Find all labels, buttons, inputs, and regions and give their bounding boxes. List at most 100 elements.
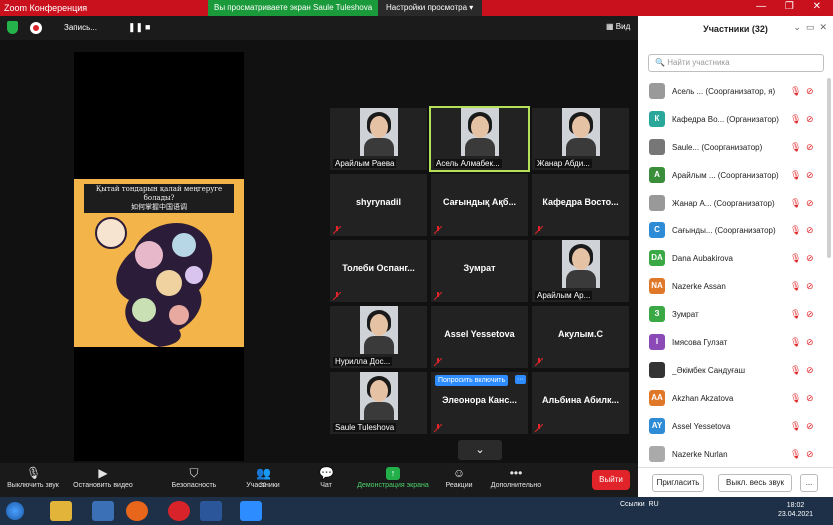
participant-tile[interactable]: Арайлым Раева [330, 108, 427, 170]
participant-tile[interactable]: Альбина Абилк... [532, 372, 629, 434]
participant-name: Жанар А... (Соорганизатор) [672, 198, 775, 208]
participant-list-item[interactable]: Жанар А... (Соорганизатор) 🎙 ⊘ [644, 190, 824, 218]
participants-button[interactable]: 👥32 Участники [240, 463, 286, 497]
opera-icon[interactable] [168, 501, 190, 521]
participant-tile[interactable]: Нурилла Дос... [330, 306, 427, 368]
video-off-icon[interactable]: ⊘ [806, 393, 818, 404]
links-label[interactable]: Ссылки [620, 501, 645, 508]
panel-more-button[interactable]: ... [800, 474, 818, 492]
view-button[interactable]: ▦ Вид [606, 22, 630, 31]
muted-mic-icon[interactable]: 🎙 [790, 337, 801, 348]
video-off-icon[interactable]: ⊘ [806, 142, 818, 153]
participant-list-item[interactable]: DA Dana Aubakirova 🎙 ⊘ [644, 245, 824, 273]
language-indicator[interactable]: RU [649, 501, 659, 508]
video-off-icon[interactable]: ⊘ [806, 309, 818, 320]
file-explorer-icon[interactable] [50, 501, 72, 521]
muted-mic-icon[interactable]: 🎙 [790, 253, 801, 264]
start-button[interactable] [6, 502, 24, 520]
muted-mic-icon[interactable]: 🎙 [790, 86, 801, 97]
participant-list-item[interactable]: А Арайлым ... (Соорганизатор) 🎙 ⊘ [644, 162, 824, 190]
participant-tile[interactable]: Сағындық Ақб... [431, 174, 528, 236]
muted-mic-icon[interactable]: 🎙 [790, 225, 801, 236]
participant-list-item[interactable]: К Кафедра Во... (Организатор) 🎙 ⊘ [644, 106, 824, 134]
participant-tile[interactable]: Assel Yessetova [431, 306, 528, 368]
muted-mic-icon[interactable]: 🎙 [790, 309, 801, 320]
word-icon[interactable] [200, 501, 222, 521]
participant-name: Nazerke Assan [672, 282, 726, 292]
video-off-icon[interactable]: ⊘ [806, 253, 818, 264]
mute-label: Выключить звук [7, 482, 59, 489]
participant-tile[interactable]: Элеонора Канс... Попросить включить ··· [431, 372, 528, 434]
pause-recording-button[interactable]: ❚❚ [128, 22, 143, 33]
participant-list-item[interactable]: AY Assel Yessetova 🎙 ⊘ [644, 413, 824, 441]
clock[interactable]: 18:02 23.04.2021 [778, 501, 813, 519]
tile-more-button[interactable]: ··· [515, 375, 526, 384]
video-off-icon[interactable]: ⊘ [806, 198, 818, 209]
muted-mic-icon[interactable]: 🎙 [790, 114, 801, 125]
participant-list-item[interactable]: AA Akzhan Akzatova 🎙 ⊘ [644, 385, 824, 413]
participant-list-item[interactable]: С Сағынды... (Соорганизатор) 🎙 ⊘ [644, 217, 824, 245]
video-off-icon[interactable]: ⊘ [806, 225, 818, 236]
participant-list-item[interactable]: Асель ... (Соорганизатор, я) 🎙 ⊘ [644, 78, 824, 106]
muted-mic-icon [535, 424, 543, 432]
muted-mic-icon [434, 226, 442, 234]
video-off-icon[interactable]: ⊘ [806, 449, 818, 460]
participant-list-item[interactable]: Saule... (Соорганизатор) 🎙 ⊘ [644, 134, 824, 162]
participant-list-scrollbar[interactable] [827, 78, 831, 258]
app-icon[interactable] [92, 501, 114, 521]
leave-button[interactable]: Выйти [592, 470, 630, 490]
participant-tile[interactable]: Арайлым Ар... [532, 240, 629, 302]
firefox-icon[interactable] [126, 501, 148, 521]
muted-mic-icon[interactable]: 🎙 [790, 170, 801, 181]
muted-mic-icon[interactable]: 🎙 [790, 449, 801, 460]
video-off-icon[interactable]: ⊘ [806, 421, 818, 432]
chevron-down-icon[interactable]: ⌄ [458, 440, 502, 460]
invite-button[interactable]: Пригласить [652, 474, 704, 492]
video-off-icon[interactable]: ⊘ [806, 337, 818, 348]
video-off-icon[interactable]: ⊘ [806, 170, 818, 181]
stop-video-label: Остановить видео [73, 482, 133, 489]
participant-tile[interactable]: Акулым.С [532, 306, 629, 368]
security-button[interactable]: ⛉ Безопасность [168, 463, 220, 497]
panel-window-controls[interactable]: ⌄ ▭ ✕ [793, 22, 827, 33]
participant-list-item[interactable]: З Зумрат 🎙 ⊘ [644, 301, 824, 329]
participant-tile[interactable]: Асель Алмабек... [429, 106, 530, 172]
participant-name: Імясова Гулзат [672, 338, 728, 348]
video-off-icon[interactable]: ⊘ [806, 281, 818, 292]
window-controls[interactable]: — ❐ ✕ [756, 1, 829, 12]
stop-video-button[interactable]: ▶ Остановить видео [70, 463, 136, 497]
participant-tile[interactable]: Жанар Абди... [532, 108, 629, 170]
mute-button[interactable]: 🎙 Выключить звук [4, 463, 62, 497]
chat-button[interactable]: 💬 Чат [312, 463, 340, 497]
muted-mic-icon[interactable]: 🎙 [790, 393, 801, 404]
muted-mic-icon[interactable]: 🎙 [790, 365, 801, 376]
participant-tile[interactable]: shyrynadil [330, 174, 427, 236]
participant-list-item[interactable]: _Әкімбек Сандуғаш 🎙 ⊘ [644, 357, 824, 385]
reactions-button[interactable]: ☺ Реакции [442, 463, 476, 497]
muted-mic-icon[interactable]: 🎙 [790, 421, 801, 432]
participant-tile[interactable]: Кафедра Восто... [532, 174, 629, 236]
muted-mic-icon[interactable]: 🎙 [790, 198, 801, 209]
participant-tile[interactable]: Зумрат [431, 240, 528, 302]
participant-tile[interactable]: Толеби Оспанг... [330, 240, 427, 302]
ask-unmute-button[interactable]: Попросить включить [435, 375, 509, 386]
mute-all-button[interactable]: Выкл. весь звук [718, 474, 792, 492]
share-screen-button[interactable]: ↑ Демонстрация экрана [352, 463, 434, 497]
stop-recording-button[interactable]: ■ [145, 22, 150, 32]
muted-mic-icon[interactable]: 🎙 [790, 142, 801, 153]
app-title: Zoom Конференция [4, 3, 88, 13]
search-participant-input[interactable]: 🔍 Найти участника [648, 54, 824, 72]
shield-icon[interactable] [7, 21, 18, 34]
video-off-icon[interactable]: ⊘ [806, 114, 818, 125]
video-off-icon[interactable]: ⊘ [806, 365, 818, 376]
participant-list-item[interactable]: Nazerke Nurlan 🎙 ⊘ [644, 441, 824, 469]
zoom-icon[interactable] [240, 501, 262, 521]
video-off-icon[interactable]: ⊘ [806, 86, 818, 97]
more-options-button[interactable]: ••• Дополнительно [486, 463, 546, 497]
participant-list-item[interactable]: NA Nazerke Assan 🎙 ⊘ [644, 273, 824, 301]
windows-taskbar: Ссылки RU 18:02 23.04.2021 [0, 497, 833, 525]
participant-tile[interactable]: Saule Tuleshova [330, 372, 427, 434]
muted-mic-icon[interactable]: 🎙 [790, 281, 801, 292]
participant-list-item[interactable]: I Імясова Гулзат 🎙 ⊘ [644, 329, 824, 357]
view-settings-button[interactable]: Настройки просмотра ▾ [378, 0, 482, 16]
